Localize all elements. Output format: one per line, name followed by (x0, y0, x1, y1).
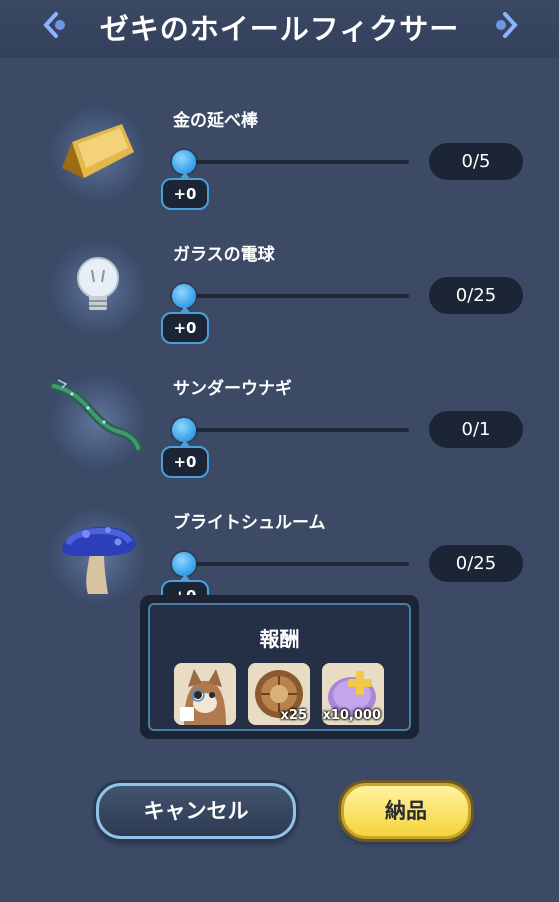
mushroom-icon (50, 508, 146, 604)
list-item-thunder-eel: サンダーウナギ +0 0/1 (0, 374, 559, 508)
item-name: サンダーウナギ (173, 379, 292, 399)
submit-button[interactable]: 納品 (341, 783, 471, 839)
list-item-gold-bar: 金の延べ棒 +0 0/5 (0, 106, 559, 240)
light-bulb-icon (50, 240, 146, 336)
cancel-button[interactable]: キャンセル (96, 783, 296, 839)
reward-item[interactable] (174, 663, 236, 725)
count-display: 0/5 (429, 143, 523, 180)
quantity-slider-handle[interactable] (172, 418, 196, 442)
increment-badge: +0 (161, 306, 209, 344)
quantity-slider-track[interactable] (184, 562, 409, 566)
thunder-eel-icon (50, 374, 146, 470)
reward-item[interactable]: x25 (248, 663, 310, 725)
quantity-slider-handle[interactable] (172, 284, 196, 308)
item-name: ブライトシュルーム (173, 513, 326, 533)
reward-item[interactable]: x10,000 (322, 663, 384, 725)
item-name: ガラスの電球 (173, 245, 275, 265)
reward-panel: 報酬 x25 x10,000 (140, 595, 419, 739)
quantity-slider-track[interactable] (184, 294, 409, 298)
reward-panel-inner: 報酬 x25 x10,000 (148, 603, 411, 731)
reward-title: 報酬 (259, 627, 300, 651)
count-display: 0/1 (429, 411, 523, 448)
gold-bar-icon (50, 106, 146, 202)
reward-quantity: x25 (280, 708, 307, 723)
count-display: 0/25 (429, 277, 523, 314)
header-bar: ゼキのホイールフィクサー (0, 0, 559, 58)
list-item-glass-bulb: ガラスの電球 +0 0/25 (0, 240, 559, 374)
increment-badge: +0 (161, 172, 209, 210)
quantity-slider-handle[interactable] (172, 150, 196, 174)
increment-badge: +0 (161, 440, 209, 478)
count-display: 0/25 (429, 545, 523, 582)
item-name: 金の延べ棒 (173, 111, 258, 131)
quantity-slider-track[interactable] (184, 428, 409, 432)
cat-character-portrait-icon (174, 663, 236, 725)
reward-quantity: x10,000 (322, 708, 381, 723)
page-title: ゼキのホイールフィクサー (99, 12, 460, 46)
ornament-right-icon (496, 12, 518, 38)
quantity-slider-track[interactable] (184, 160, 409, 164)
quantity-slider-handle[interactable] (172, 552, 196, 576)
